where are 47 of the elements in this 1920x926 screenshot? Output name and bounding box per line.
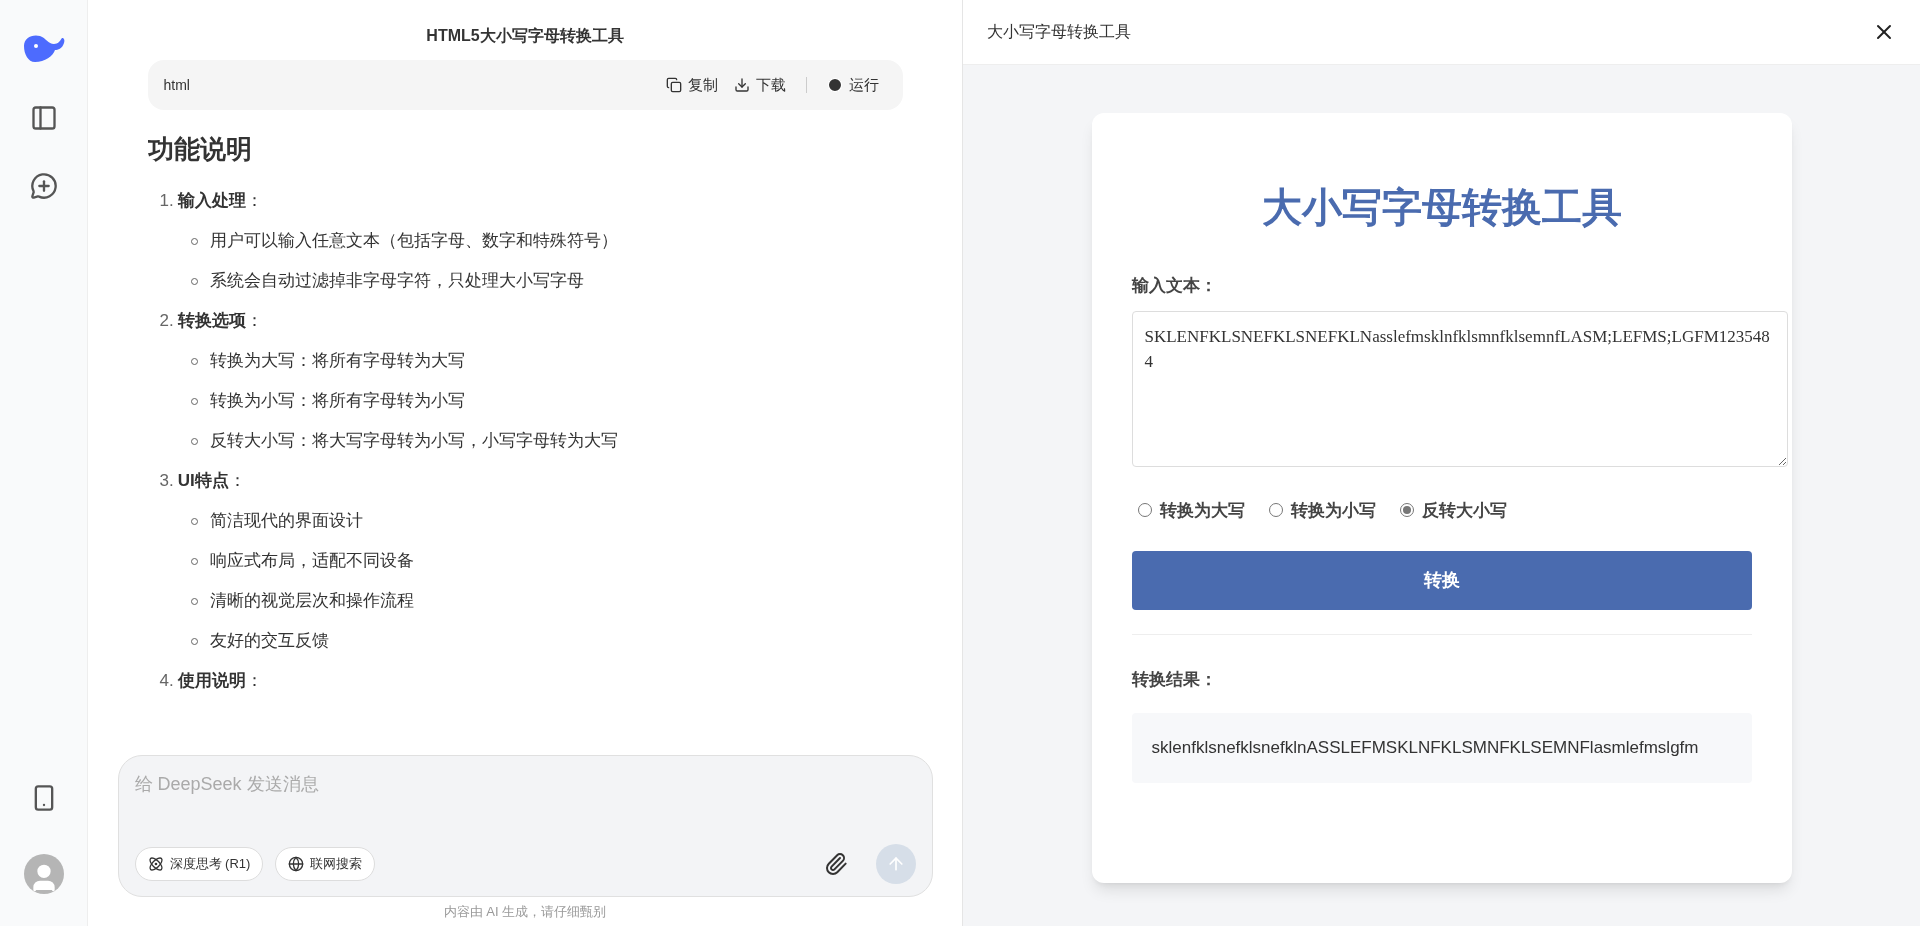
run-button[interactable]: 运行 (818, 73, 887, 97)
sidebar-toggle-icon[interactable] (29, 104, 58, 132)
radio-label[interactable]: 转换为小写 (1290, 497, 1376, 523)
attach-icon[interactable] (823, 852, 848, 876)
section-heading: 功能说明 (147, 133, 253, 166)
radio-label[interactable]: 反转大小写 (1421, 497, 1507, 523)
mode-toggle[interactable]: 联网搜索 (275, 847, 376, 881)
radio-button[interactable] (1399, 503, 1414, 518)
download-icon (733, 77, 750, 93)
list-number: 4. (159, 670, 174, 693)
radio-label[interactable]: 转换为大写 (1159, 497, 1245, 523)
list-title: 转换选项： (177, 310, 263, 333)
list-title: 输入处理： (177, 190, 263, 213)
mode-toggle[interactable]: 深度思考 (R1) (134, 847, 264, 881)
list-item: 友好的交互反馈 (209, 630, 329, 653)
list-number: 2. (159, 310, 174, 333)
text-input[interactable]: SKLENFKLSNEFKLSNEFKLNasslefmsklnfklsmnfklsemnfLASM;LEFMS;LGFM1235484 (1131, 310, 1788, 467)
list-item: 系统会自动过滤掉非字母字符，只处理大小写字母 (209, 270, 584, 293)
result-box: sklenfklsnefklsnefklnASSLEFMSKLNFKLSMNFKLSEMNFlasmlefmslgfm (1131, 712, 1752, 783)
copy-button[interactable]: 复制 (657, 73, 726, 97)
list-title: 使用说明： (177, 670, 263, 693)
list-number: 3. (159, 470, 174, 493)
panel-title: 大小写字母转换工具 (987, 22, 1131, 42)
list-number: 1. (159, 190, 174, 213)
input-label: 输入文本： (1131, 275, 1218, 297)
list-item: 转换为小写：将所有字母转为小写 (209, 390, 465, 413)
globe-icon (288, 856, 305, 872)
result-label: 转换结果： (1131, 669, 1218, 691)
radio-button[interactable] (1137, 503, 1152, 518)
list-item: 响应式布局，适配不同设备 (209, 550, 414, 573)
disclaimer: 内容由 AI 生成，请仔细甄别 (443, 902, 607, 921)
new-chat-icon[interactable] (29, 172, 58, 200)
list-item: 转换为大写：将所有字母转为大写 (209, 350, 465, 373)
download-button[interactable]: 下载 (725, 73, 794, 97)
app-title: 大小写字母转换工具 (1260, 184, 1623, 231)
list-item: 反转大小写：将大写字母转为小写，小写字母转为大写 (209, 430, 618, 453)
code-language: html (163, 75, 190, 95)
message-input[interactable]: 给 DeepSeek 发送消息 (134, 768, 916, 800)
list-item: 简洁现代的界面设计 (209, 510, 363, 533)
convert-button[interactable]: 转换 (1131, 551, 1752, 610)
chat-title: HTML5大小写字母转换工具 (426, 26, 624, 46)
list-title: UI特点： (177, 470, 246, 493)
list-item: 清晰的视觉层次和操作流程 (209, 590, 414, 613)
atom-icon (147, 856, 164, 872)
list-item: 用户可以输入任意文本（包括字母、数字和特殊符号） (209, 230, 618, 253)
radio-button[interactable] (1268, 503, 1283, 518)
copy-icon (665, 77, 682, 93)
